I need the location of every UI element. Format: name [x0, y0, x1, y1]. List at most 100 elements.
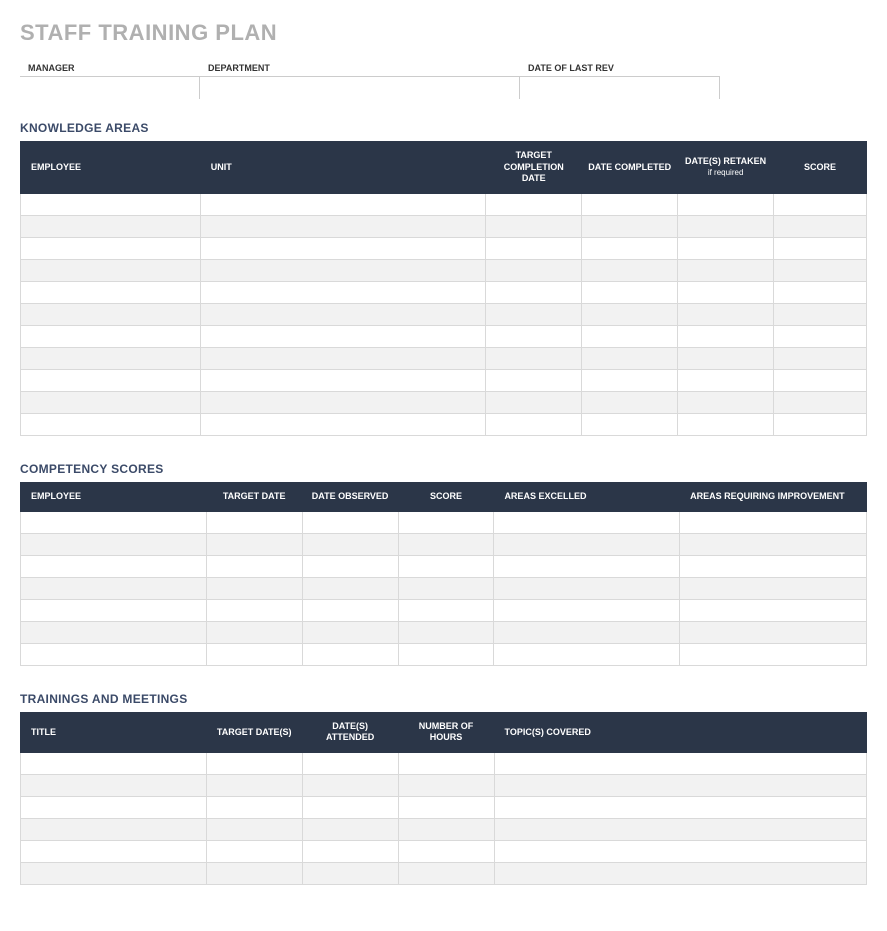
trainings-cell[interactable]	[494, 863, 866, 885]
competency-cell[interactable]	[494, 643, 680, 665]
knowledge-cell[interactable]	[21, 370, 201, 392]
trainings-cell[interactable]	[302, 797, 398, 819]
competency-cell[interactable]	[21, 643, 207, 665]
competency-cell[interactable]	[398, 577, 494, 599]
knowledge-cell[interactable]	[486, 216, 582, 238]
knowledge-cell[interactable]	[200, 216, 486, 238]
knowledge-cell[interactable]	[582, 282, 678, 304]
knowledge-cell[interactable]	[486, 194, 582, 216]
knowledge-cell[interactable]	[774, 326, 867, 348]
competency-cell[interactable]	[206, 511, 302, 533]
competency-cell[interactable]	[302, 555, 398, 577]
trainings-cell[interactable]	[21, 819, 207, 841]
knowledge-cell[interactable]	[774, 304, 867, 326]
competency-cell[interactable]	[494, 599, 680, 621]
trainings-cell[interactable]	[206, 775, 302, 797]
knowledge-cell[interactable]	[582, 414, 678, 436]
knowledge-cell[interactable]	[678, 414, 774, 436]
trainings-cell[interactable]	[21, 797, 207, 819]
trainings-cell[interactable]	[206, 819, 302, 841]
competency-cell[interactable]	[302, 511, 398, 533]
competency-cell[interactable]	[680, 555, 867, 577]
knowledge-cell[interactable]	[21, 216, 201, 238]
competency-cell[interactable]	[21, 533, 207, 555]
competency-cell[interactable]	[398, 533, 494, 555]
knowledge-cell[interactable]	[678, 348, 774, 370]
meta-department-value[interactable]	[200, 77, 520, 99]
trainings-cell[interactable]	[398, 775, 494, 797]
competency-cell[interactable]	[302, 577, 398, 599]
competency-cell[interactable]	[21, 599, 207, 621]
competency-cell[interactable]	[21, 511, 207, 533]
knowledge-cell[interactable]	[582, 304, 678, 326]
knowledge-cell[interactable]	[200, 282, 486, 304]
competency-cell[interactable]	[494, 511, 680, 533]
trainings-cell[interactable]	[21, 753, 207, 775]
trainings-cell[interactable]	[494, 819, 866, 841]
knowledge-cell[interactable]	[678, 304, 774, 326]
knowledge-cell[interactable]	[774, 370, 867, 392]
knowledge-cell[interactable]	[582, 216, 678, 238]
trainings-cell[interactable]	[302, 753, 398, 775]
competency-cell[interactable]	[21, 621, 207, 643]
trainings-cell[interactable]	[21, 841, 207, 863]
competency-cell[interactable]	[494, 621, 680, 643]
competency-cell[interactable]	[398, 643, 494, 665]
knowledge-cell[interactable]	[774, 216, 867, 238]
knowledge-cell[interactable]	[678, 282, 774, 304]
trainings-cell[interactable]	[302, 863, 398, 885]
knowledge-cell[interactable]	[582, 348, 678, 370]
knowledge-cell[interactable]	[486, 238, 582, 260]
knowledge-cell[interactable]	[486, 260, 582, 282]
competency-cell[interactable]	[206, 643, 302, 665]
competency-cell[interactable]	[680, 621, 867, 643]
competency-cell[interactable]	[302, 599, 398, 621]
competency-cell[interactable]	[398, 511, 494, 533]
competency-cell[interactable]	[680, 533, 867, 555]
knowledge-cell[interactable]	[678, 392, 774, 414]
competency-cell[interactable]	[302, 621, 398, 643]
knowledge-cell[interactable]	[200, 414, 486, 436]
meta-rev-value[interactable]	[520, 77, 720, 99]
knowledge-cell[interactable]	[774, 282, 867, 304]
trainings-cell[interactable]	[494, 775, 866, 797]
competency-cell[interactable]	[398, 555, 494, 577]
trainings-cell[interactable]	[494, 753, 866, 775]
competency-cell[interactable]	[398, 599, 494, 621]
trainings-cell[interactable]	[398, 753, 494, 775]
competency-cell[interactable]	[302, 533, 398, 555]
trainings-cell[interactable]	[302, 775, 398, 797]
knowledge-cell[interactable]	[582, 238, 678, 260]
competency-cell[interactable]	[680, 599, 867, 621]
knowledge-cell[interactable]	[200, 194, 486, 216]
knowledge-cell[interactable]	[21, 326, 201, 348]
knowledge-cell[interactable]	[200, 304, 486, 326]
knowledge-cell[interactable]	[200, 370, 486, 392]
knowledge-cell[interactable]	[486, 392, 582, 414]
knowledge-cell[interactable]	[774, 238, 867, 260]
knowledge-cell[interactable]	[582, 370, 678, 392]
trainings-cell[interactable]	[206, 841, 302, 863]
competency-cell[interactable]	[206, 555, 302, 577]
competency-cell[interactable]	[494, 533, 680, 555]
competency-cell[interactable]	[206, 577, 302, 599]
knowledge-cell[interactable]	[582, 392, 678, 414]
knowledge-cell[interactable]	[200, 260, 486, 282]
competency-cell[interactable]	[302, 643, 398, 665]
competency-cell[interactable]	[206, 599, 302, 621]
trainings-cell[interactable]	[494, 841, 866, 863]
competency-cell[interactable]	[21, 577, 207, 599]
knowledge-cell[interactable]	[21, 348, 201, 370]
trainings-cell[interactable]	[206, 797, 302, 819]
knowledge-cell[interactable]	[678, 260, 774, 282]
knowledge-cell[interactable]	[486, 348, 582, 370]
competency-cell[interactable]	[206, 621, 302, 643]
knowledge-cell[interactable]	[678, 326, 774, 348]
knowledge-cell[interactable]	[582, 326, 678, 348]
knowledge-cell[interactable]	[21, 194, 201, 216]
knowledge-cell[interactable]	[774, 348, 867, 370]
competency-cell[interactable]	[206, 533, 302, 555]
knowledge-cell[interactable]	[21, 392, 201, 414]
trainings-cell[interactable]	[206, 753, 302, 775]
trainings-cell[interactable]	[494, 797, 866, 819]
